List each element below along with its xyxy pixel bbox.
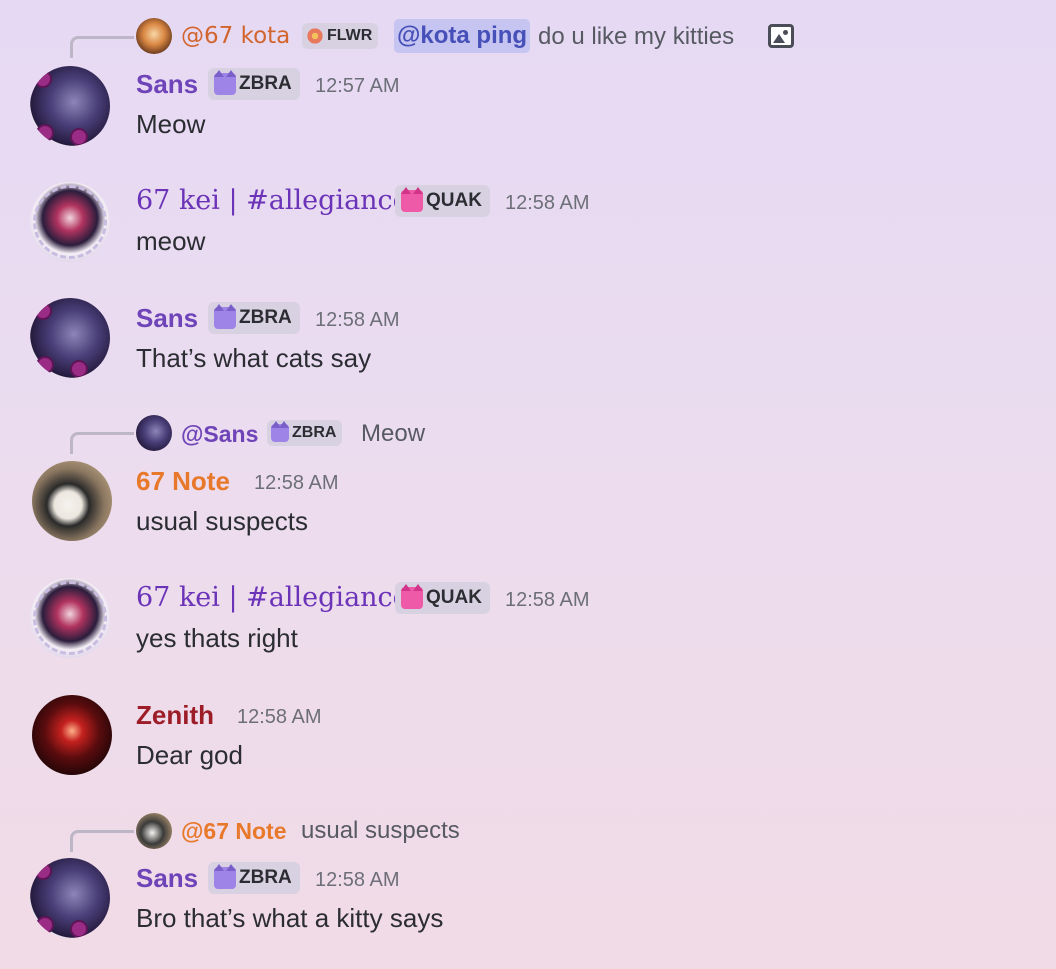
author-name[interactable]: 67 Note [136, 466, 230, 497]
reply-clan-tag[interactable]: ZBRA [267, 420, 343, 446]
timestamp[interactable]: 12:58 AM [315, 869, 400, 892]
timestamp[interactable]: 12:58 AM [254, 472, 339, 495]
clan-tag[interactable]: QUAK [395, 582, 490, 614]
cat-icon [214, 70, 236, 95]
reply-connector [70, 432, 134, 454]
avatar[interactable] [30, 298, 110, 378]
cat-icon [401, 584, 423, 609]
reply-clan-tag-label: FLWR [327, 27, 373, 44]
author-name[interactable]: Sans [136, 863, 198, 894]
message-content: Meow [136, 109, 206, 139]
cat-icon [214, 304, 236, 329]
reply-clan-tag[interactable]: FLWR [302, 23, 379, 49]
rose-decoration [70, 360, 88, 378]
avatar[interactable] [30, 182, 110, 262]
timestamp[interactable]: 12:58 AM [505, 589, 590, 612]
clan-tag[interactable]: ZBRA [208, 68, 300, 100]
mention[interactable]: @kota ping [394, 19, 531, 53]
clan-tag-label: QUAK [426, 587, 482, 608]
clan-tag[interactable]: ZBRA [208, 302, 300, 334]
reply-clan-tag-label: ZBRA [292, 424, 337, 441]
timestamp[interactable]: 12:58 AM [505, 192, 590, 215]
reply-avatar[interactable] [136, 415, 172, 451]
reply-connector [70, 36, 134, 58]
clan-tag-label: QUAK [426, 190, 482, 211]
rose-decoration [70, 128, 88, 146]
reply-text[interactable]: do u like my kitties [538, 23, 734, 51]
message-content: Dear god [136, 740, 243, 770]
message-content: That’s what cats say [136, 343, 372, 373]
reply-text[interactable]: Meow [361, 420, 425, 448]
clan-tag-label: ZBRA [239, 867, 292, 888]
avatar[interactable] [30, 858, 110, 938]
author-name[interactable]: Sans [136, 69, 198, 100]
message-content: Bro that’s what a kitty says [136, 903, 444, 933]
cat-icon [401, 187, 423, 212]
reply-author[interactable]: @Sans [181, 421, 258, 448]
avatar-decoration [33, 185, 107, 259]
reply-author[interactable]: @67 kota [181, 23, 290, 49]
rose-decoration [34, 302, 52, 320]
author-name[interactable]: 67 kei | #allegiance [136, 185, 409, 216]
rose-decoration [70, 920, 88, 938]
timestamp[interactable]: 12:58 AM [315, 309, 400, 332]
clan-tag-label: ZBRA [239, 73, 292, 94]
rose-decoration [34, 862, 52, 880]
rose-decoration [36, 356, 54, 374]
cat-icon [271, 421, 289, 442]
author-name[interactable]: 67 kei | #allegiance [136, 582, 409, 613]
message-content: meow [136, 226, 206, 256]
clan-tag-label: ZBRA [239, 307, 292, 328]
avatar-decoration [33, 581, 107, 655]
flower-icon [306, 27, 324, 45]
message-content: yes thats right [136, 623, 298, 653]
clan-tag[interactable]: QUAK [395, 185, 490, 217]
reply-avatar[interactable] [136, 18, 172, 54]
reply-connector [70, 830, 134, 852]
avatar[interactable] [30, 66, 110, 146]
reply-avatar[interactable] [136, 813, 172, 849]
avatar[interactable] [30, 578, 110, 658]
rose-decoration [36, 916, 54, 934]
cat-icon [214, 864, 236, 889]
rose-decoration [36, 124, 54, 142]
timestamp[interactable]: 12:57 AM [315, 75, 400, 98]
timestamp[interactable]: 12:58 AM [237, 706, 322, 729]
clan-tag[interactable]: ZBRA [208, 862, 300, 894]
message-content: usual suspects [136, 506, 308, 536]
rose-decoration [34, 70, 52, 88]
avatar[interactable] [32, 695, 112, 775]
reply-text[interactable]: usual suspects [301, 817, 460, 845]
author-name[interactable]: Sans [136, 303, 198, 334]
image-icon [768, 24, 794, 48]
avatar[interactable] [32, 461, 112, 541]
author-name[interactable]: Zenith [136, 700, 214, 731]
reply-author[interactable]: @67 Note [181, 818, 287, 845]
